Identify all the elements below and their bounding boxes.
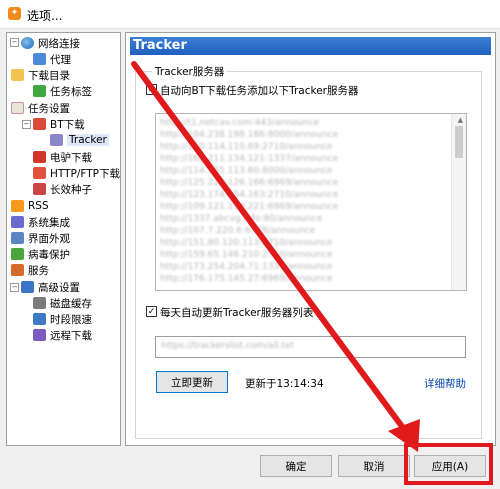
annotation-highlight-box	[404, 443, 493, 485]
annotation-arrow	[131, 61, 420, 452]
